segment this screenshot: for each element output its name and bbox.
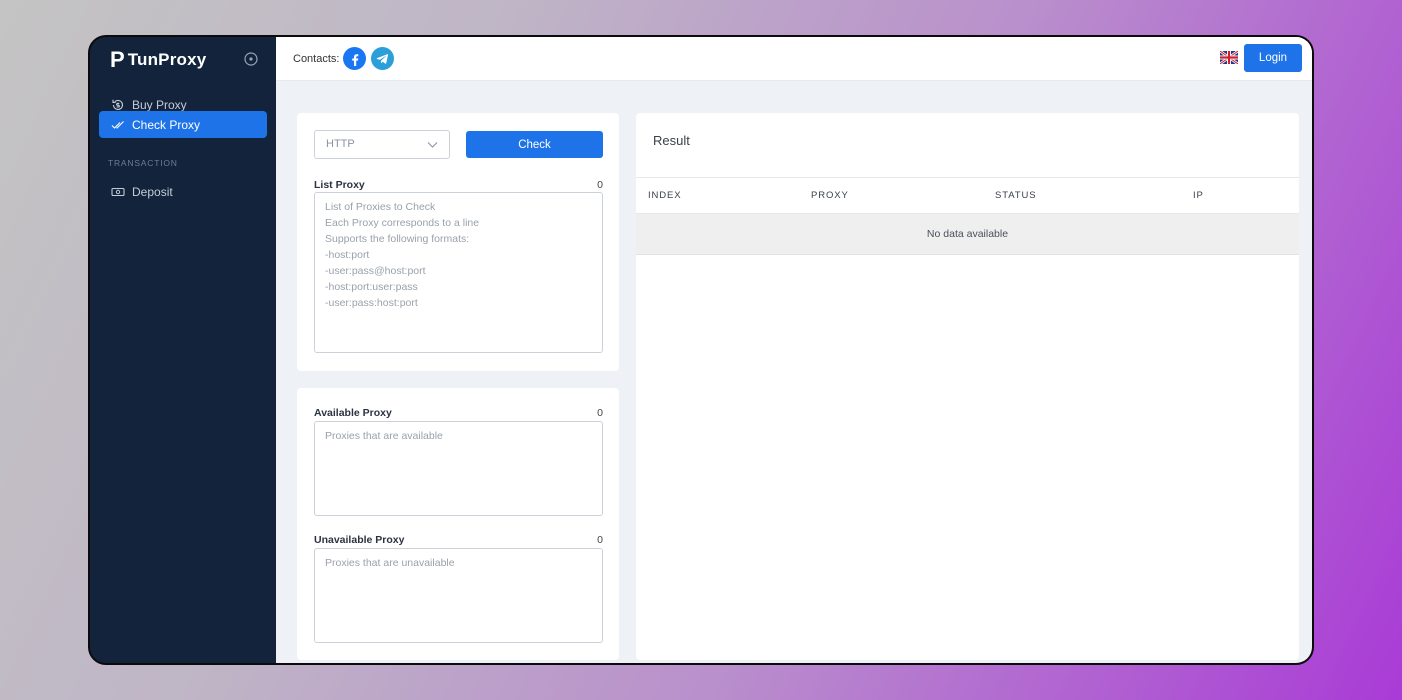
refresh-dollar-icon [112,99,124,110]
double-check-icon [111,120,124,129]
list-proxy-count: 0 [597,179,603,191]
login-button[interactable]: Login [1244,44,1302,72]
sidebar-item-label: Deposit [132,184,173,199]
sidebar-section-label: TRANSACTION [108,158,178,168]
topbar: Contacts: Login [276,37,1312,81]
available-proxy-count: 0 [597,407,603,419]
sidebar-item-deposit[interactable]: Deposit [99,178,267,205]
empty-state-text: No data available [636,213,1299,255]
sidebar: P TunProxy Buy Proxy Check Proxy TRANSAC… [90,37,276,663]
cash-icon [111,187,125,196]
result-table: INDEX PROXY STATUS IP No data available [636,177,1299,255]
brand-logo[interactable]: P TunProxy [110,47,206,73]
app-window: P TunProxy Buy Proxy Check Proxy TRANSAC… [88,35,1314,665]
list-proxy-input[interactable] [314,192,603,353]
sidebar-item-label: Check Proxy [132,117,201,132]
uk-flag-icon[interactable] [1220,51,1238,64]
sidebar-item-check-proxy[interactable]: Check Proxy [99,111,267,138]
column-header-status[interactable]: STATUS [995,177,1193,214]
protocol-select[interactable]: HTTP [314,130,450,159]
contacts: Contacts: [293,47,395,70]
column-header-ip[interactable]: IP [1193,177,1299,214]
list-proxy-label: List Proxy [314,179,365,191]
result-title: Result [653,133,690,148]
unavailable-proxy-output[interactable] [314,548,603,643]
table-header-row: INDEX PROXY STATUS IP [636,177,1299,214]
brand-name: TunProxy [127,50,207,69]
check-button[interactable]: Check [466,131,603,158]
column-header-index[interactable]: INDEX [636,177,811,214]
unavailable-proxy-label: Unavailable Proxy [314,534,405,546]
result-card: Result INDEX PROXY STATUS IP No data ava… [636,113,1299,660]
available-proxy-label: Available Proxy [314,407,392,419]
brand-mark: P [110,47,125,72]
telegram-icon[interactable] [371,47,395,70]
main-content: Contacts: Login HTTP Check List Proxy 0 … [276,37,1312,663]
proxy-output-card: Available Proxy 0 Unavailable Proxy 0 [297,388,619,660]
unavailable-proxy-count: 0 [597,534,603,546]
contacts-label: Contacts: [293,52,340,65]
column-header-proxy[interactable]: PROXY [811,177,995,214]
facebook-icon[interactable] [343,47,367,70]
protocol-select-value: HTTP [326,138,355,150]
available-proxy-output[interactable] [314,421,603,516]
sidebar-collapse-icon[interactable] [244,52,258,66]
table-row: No data available [636,213,1299,255]
proxy-input-card: HTTP Check List Proxy 0 [297,113,619,371]
sidebar-item-label: Buy Proxy [132,97,187,112]
chevron-down-icon [427,142,438,148]
